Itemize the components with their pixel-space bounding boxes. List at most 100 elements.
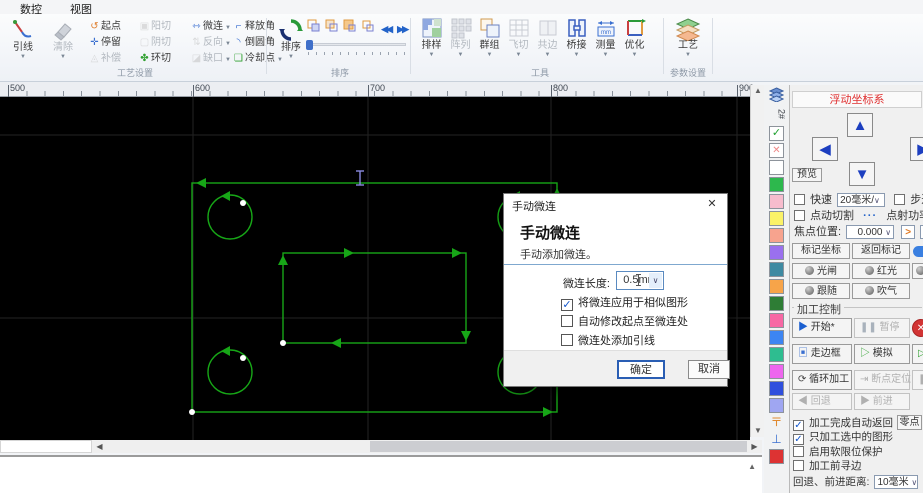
focus-select[interactable]: 0.000 ∨ <box>846 225 894 239</box>
layer-color-swatch[interactable] <box>769 262 784 277</box>
layer-color-swatch[interactable] <box>769 160 784 175</box>
optimize-button[interactable]: 优化▼ <box>620 16 649 76</box>
edge-seek-checkbox[interactable] <box>793 460 804 471</box>
layer-color-swatch[interactable] <box>769 347 784 362</box>
measure-button[interactable]: mm 测量▼ <box>591 16 620 76</box>
fast-checkbox[interactable] <box>794 194 805 205</box>
slider-thumb[interactable] <box>306 40 313 50</box>
jog-up-button[interactable]: ▲ <box>847 113 873 137</box>
layer-color-swatch[interactable] <box>769 364 784 379</box>
layer-color-swatch[interactable] <box>769 449 784 464</box>
loop-machining-button[interactable]: ⟳ 循环加工 <box>792 370 852 390</box>
soft-limit-checkbox[interactable] <box>793 446 804 457</box>
preview-button[interactable]: 预览 <box>792 168 822 182</box>
layer-visible-check-icon[interactable]: ✓ <box>769 126 784 141</box>
move-to-top-icon[interactable]: 〒 <box>769 415 784 430</box>
red-light-button[interactable]: 红光 <box>852 263 910 279</box>
lead-line-icon <box>4 16 42 42</box>
mark-coordinate-button[interactable]: 标记坐标 <box>792 243 850 259</box>
jog-down-button[interactable]: ▼ <box>849 162 875 186</box>
clipped-sim-button[interactable]: ▷ <box>912 344 923 364</box>
scroll-right-icon[interactable]: ▶ <box>748 440 761 453</box>
ring-cut-button[interactable]: ✤环切 <box>138 49 171 64</box>
simulate-button[interactable]: ▷ 模拟 <box>854 344 910 364</box>
layer-color-swatch[interactable] <box>769 194 784 209</box>
shutter-button[interactable]: 光闸 <box>792 263 850 279</box>
move-to-bottom-icon[interactable]: ⊥ <box>769 432 784 447</box>
jog-left-button[interactable]: ◀ <box>812 137 838 161</box>
layer-color-swatch[interactable] <box>769 228 784 243</box>
micro-joint-button[interactable]: ⇿微连▼ <box>190 17 231 32</box>
reverse-icon: ⇅ <box>190 37 203 48</box>
layer-disabled-cross-icon[interactable]: ✕ <box>769 143 784 158</box>
dwell-button[interactable]: ✛停留 <box>88 33 121 48</box>
scroll-down-icon[interactable]: ▼ <box>751 425 765 437</box>
clipped-breakpoint-button[interactable]: ❚ <box>912 370 923 390</box>
reverse-button[interactable]: ⇅反向▼ <box>190 33 231 48</box>
layer-color-swatch[interactable] <box>769 279 784 294</box>
clipped-led-button[interactable] <box>912 263 923 279</box>
layer-color-swatch[interactable] <box>769 330 784 345</box>
scrollbar-thumb[interactable] <box>370 441 747 452</box>
add-leadline-checkbox[interactable] <box>561 334 573 346</box>
blow-button[interactable]: 吹气 <box>852 283 910 299</box>
compensation-button[interactable]: ◬补偿 <box>88 49 121 64</box>
layer-color-swatch[interactable] <box>769 313 784 328</box>
order-icon[interactable] <box>324 19 339 35</box>
next-fast-icon[interactable]: ▶▶ <box>397 24 407 35</box>
layer-color-swatch[interactable] <box>769 211 784 226</box>
log-scroll-up-icon[interactable]: ▲ <box>748 462 756 471</box>
fillet-button[interactable]: ◝倒圆角 <box>232 33 275 48</box>
outer-cut-button[interactable]: ▣阳切 <box>138 17 171 32</box>
jog-more-button[interactable]: ··· <box>863 210 877 222</box>
ok-button[interactable]: 确定 <box>617 360 665 379</box>
zero-point-button[interactable]: 零点 <box>897 415 922 430</box>
return-mark-button[interactable]: 返回标记 <box>852 243 910 259</box>
order-icon[interactable] <box>360 19 375 35</box>
layer-color-swatch[interactable] <box>769 296 784 311</box>
start-point-button[interactable]: ↺起点 <box>88 17 121 32</box>
cancel-button[interactable]: 取消 <box>688 360 730 379</box>
order-icon[interactable] <box>342 19 357 35</box>
frame-button[interactable]: ▣ 走边框 <box>792 344 852 364</box>
back-button[interactable]: ◀ 回退 <box>792 393 852 410</box>
breakpoint-button[interactable]: ⇥ 断点定位 <box>854 370 910 390</box>
distance-select[interactable]: 10毫米 ∨ <box>874 475 918 489</box>
step-checkbox[interactable] <box>894 194 905 205</box>
dialog-title-bar[interactable]: 手动微连 ✕ <box>504 194 727 215</box>
fast-speed-select[interactable]: 20毫米/∨ <box>837 193 885 207</box>
nest-icon <box>417 16 446 40</box>
layer-color-swatch[interactable] <box>769 245 784 260</box>
stop-button[interactable]: ✕ <box>912 319 923 337</box>
sort-slider[interactable] <box>306 40 406 50</box>
canvas-horizontal-scrollbar[interactable]: ◀ ▶ <box>0 440 762 453</box>
coordinate-system-title[interactable]: 浮动坐标系 <box>792 91 922 108</box>
close-icon[interactable]: ✕ <box>697 194 727 215</box>
apply-similar-checkbox[interactable]: ✓ <box>561 299 573 311</box>
forward-button[interactable]: ▶ 前进 <box>854 393 910 410</box>
scroll-left-icon[interactable]: ◀ <box>93 440 106 453</box>
layer-color-swatch[interactable] <box>769 381 784 396</box>
pause-button[interactable]: ❚❚ 暂停 <box>854 318 910 338</box>
mark-toggle[interactable] <box>913 246 923 257</box>
nest-button[interactable]: 排样▼ <box>417 16 446 76</box>
order-icon[interactable] <box>306 19 321 35</box>
auto-move-start-checkbox[interactable] <box>561 315 573 327</box>
start-button[interactable]: ▶ 开始* <box>792 318 852 338</box>
jog-cut-checkbox[interactable] <box>794 210 805 221</box>
layer-color-swatch[interactable] <box>769 177 784 192</box>
scroll-up-icon[interactable]: ▲ <box>751 85 765 97</box>
release-angle-button[interactable]: ⌐释放角 <box>232 17 275 32</box>
inner-cut-button[interactable]: ▢阴切 <box>138 33 171 48</box>
prev-fast-icon[interactable]: ◀◀ <box>381 24 391 35</box>
layers-icon[interactable] <box>769 87 784 102</box>
jog-right-button[interactable]: ▶ <box>910 137 923 161</box>
lead-line-button[interactable]: 引线 ▼ <box>4 16 42 74</box>
array-button[interactable]: 阵列▼ <box>446 16 475 76</box>
focus-plus-button[interactable]: > <box>901 225 915 239</box>
notch-button[interactable]: ◪缺口▼ <box>190 49 231 64</box>
canvas-vertical-scrollbar[interactable]: ▲ ▼ <box>750 85 764 437</box>
follow-button[interactable]: 跟随 <box>792 283 850 299</box>
inner-contour[interactable] <box>283 253 466 343</box>
layer-color-swatch[interactable] <box>769 398 784 413</box>
